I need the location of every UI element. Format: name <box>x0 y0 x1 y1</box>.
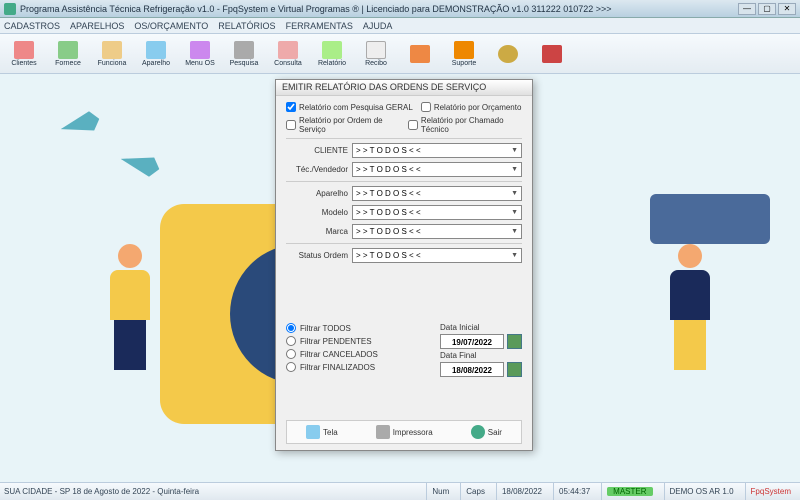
tool-relatorio[interactable]: Relatório <box>312 36 352 72</box>
menu-aparelhos[interactable]: APARELHOS <box>70 21 124 31</box>
label-data-inicial: Data Inicial <box>440 323 522 332</box>
chevron-down-icon: ▼ <box>511 147 518 154</box>
select-aparelho[interactable]: > > T O D O S < <▼ <box>352 186 522 201</box>
btn-impressora[interactable]: Impressora <box>370 423 439 441</box>
label-status: Status Ordem <box>286 251 348 260</box>
funciona-icon <box>102 41 122 59</box>
menu-ajuda[interactable]: AJUDA <box>363 21 393 31</box>
chk-orcamento[interactable]: Relatório por Orçamento <box>421 102 522 112</box>
canvas: EMITIR RELATÓRIO DAS ORDENS DE SERVIÇO R… <box>0 74 800 482</box>
status-brand: FpqSystem <box>751 487 791 496</box>
screen-icon <box>306 425 320 439</box>
tool-exit[interactable] <box>532 36 572 72</box>
menu-ferramentas[interactable]: FERRAMENTAS <box>286 21 353 31</box>
input-data-final[interactable]: 18/08/2022 <box>440 362 504 377</box>
label-marca: Marca <box>286 227 348 236</box>
tool-clientes[interactable]: Clientes <box>4 36 44 72</box>
tool-menuos[interactable]: Menu OS <box>180 36 220 72</box>
tool-pesquisa[interactable]: Pesquisa <box>224 36 264 72</box>
select-marca[interactable]: > > T O D O S < <▼ <box>352 224 522 239</box>
exit-icon <box>542 45 562 63</box>
status-time: 05:44:37 <box>553 483 595 500</box>
relatorio-icon <box>322 41 342 59</box>
close-button[interactable]: ✕ <box>778 3 796 15</box>
bg-person <box>100 244 160 374</box>
tool-funciona[interactable]: Funciona <box>92 36 132 72</box>
label-tecnico: Téc./Vendedor <box>286 165 348 174</box>
tool-coin[interactable] <box>488 36 528 72</box>
select-tecnico[interactable]: > > T O D O S < <▼ <box>352 162 522 177</box>
fornece-icon <box>58 41 78 59</box>
tool-aparelho[interactable]: Aparelho <box>136 36 176 72</box>
calc-icon <box>410 45 430 63</box>
chevron-down-icon: ▼ <box>511 228 518 235</box>
tool-consulta[interactable]: Consulta <box>268 36 308 72</box>
label-aparelho: Aparelho <box>286 189 348 198</box>
label-cliente: CLIENTE <box>286 146 348 155</box>
calendar-button[interactable] <box>507 362 522 377</box>
btn-sair[interactable]: Sair <box>465 423 508 441</box>
titlebar: Programa Assistência Técnica Refrigeraçã… <box>0 0 800 18</box>
chevron-down-icon: ▼ <box>511 166 518 173</box>
menubar: CADASTROS APARELHOS OS/ORÇAMENTO RELATÓR… <box>0 18 800 34</box>
aparelho-icon <box>146 41 166 59</box>
recibo-icon <box>366 41 386 59</box>
chk-geral[interactable]: Relatório com Pesquisa GERAL <box>286 102 413 112</box>
window-title: Programa Assistência Técnica Refrigeraçã… <box>20 4 612 14</box>
consulta-icon <box>278 41 298 59</box>
dialog-title: EMITIR RELATÓRIO DAS ORDENS DE SERVIÇO <box>276 80 532 96</box>
menu-cadastros[interactable]: CADASTROS <box>4 21 60 31</box>
statusbar: SUA CIDADE - SP 18 de Agosto de 2022 - Q… <box>0 482 800 500</box>
input-data-inicial[interactable]: 19/07/2022 <box>440 334 504 349</box>
app-icon <box>4 3 16 15</box>
btn-tela[interactable]: Tela <box>300 423 344 441</box>
select-cliente[interactable]: > > T O D O S < <▼ <box>352 143 522 158</box>
chevron-down-icon: ▼ <box>511 209 518 216</box>
bg-plane-icon <box>118 149 162 179</box>
radio-todos[interactable]: Filtrar TODOS <box>286 323 378 333</box>
radio-finalizados[interactable]: Filtrar FINALIZADOS <box>286 362 378 372</box>
chk-ordemservico[interactable]: Relatório por Ordem de Serviço <box>286 116 400 134</box>
clientes-icon <box>14 41 34 59</box>
label-modelo: Modelo <box>286 208 348 217</box>
report-dialog: EMITIR RELATÓRIO DAS ORDENS DE SERVIÇO R… <box>275 79 533 451</box>
chk-chamado[interactable]: Relatório por Chamado Técnico <box>408 116 522 134</box>
radio-cancelados[interactable]: Filtrar CANCELADOS <box>286 349 378 359</box>
bg-person <box>660 244 720 374</box>
status-date: 18/08/2022 <box>496 483 547 500</box>
tool-recibo[interactable]: Recibo <box>356 36 396 72</box>
menu-os[interactable]: OS/ORÇAMENTO <box>134 21 208 31</box>
chevron-down-icon: ▼ <box>511 252 518 259</box>
menu-relatorios[interactable]: RELATÓRIOS <box>218 21 275 31</box>
minimize-button[interactable]: — <box>738 3 756 15</box>
coin-icon <box>498 45 518 63</box>
chevron-down-icon: ▼ <box>511 190 518 197</box>
arrow-right-icon <box>471 425 485 439</box>
status-location: SUA CIDADE - SP 18 de Agosto de 2022 - Q… <box>4 487 199 496</box>
status-master: MASTER <box>607 487 652 496</box>
maximize-button[interactable]: ▢ <box>758 3 776 15</box>
label-data-final: Data Final <box>440 351 522 360</box>
menuos-icon <box>190 41 210 59</box>
suporte-icon <box>454 41 474 59</box>
dialog-footer: Tela Impressora Sair <box>286 420 522 444</box>
bg-plane-icon <box>58 109 102 139</box>
select-status[interactable]: > > T O D O S < <▼ <box>352 248 522 263</box>
status-num: Num <box>426 483 454 500</box>
status-demo: DEMO OS AR 1.0 <box>664 483 739 500</box>
status-caps: Caps <box>460 483 490 500</box>
calendar-button[interactable] <box>507 334 522 349</box>
bg-razor-icon <box>650 194 770 244</box>
tool-suporte[interactable]: Suporte <box>444 36 484 72</box>
select-modelo[interactable]: > > T O D O S < <▼ <box>352 205 522 220</box>
pesquisa-icon <box>234 41 254 59</box>
tool-fornece[interactable]: Fornece <box>48 36 88 72</box>
tool-calc[interactable] <box>400 36 440 72</box>
printer-icon <box>376 425 390 439</box>
toolbar: Clientes Fornece Funciona Aparelho Menu … <box>0 34 800 74</box>
radio-pendentes[interactable]: Filtrar PENDENTES <box>286 336 378 346</box>
